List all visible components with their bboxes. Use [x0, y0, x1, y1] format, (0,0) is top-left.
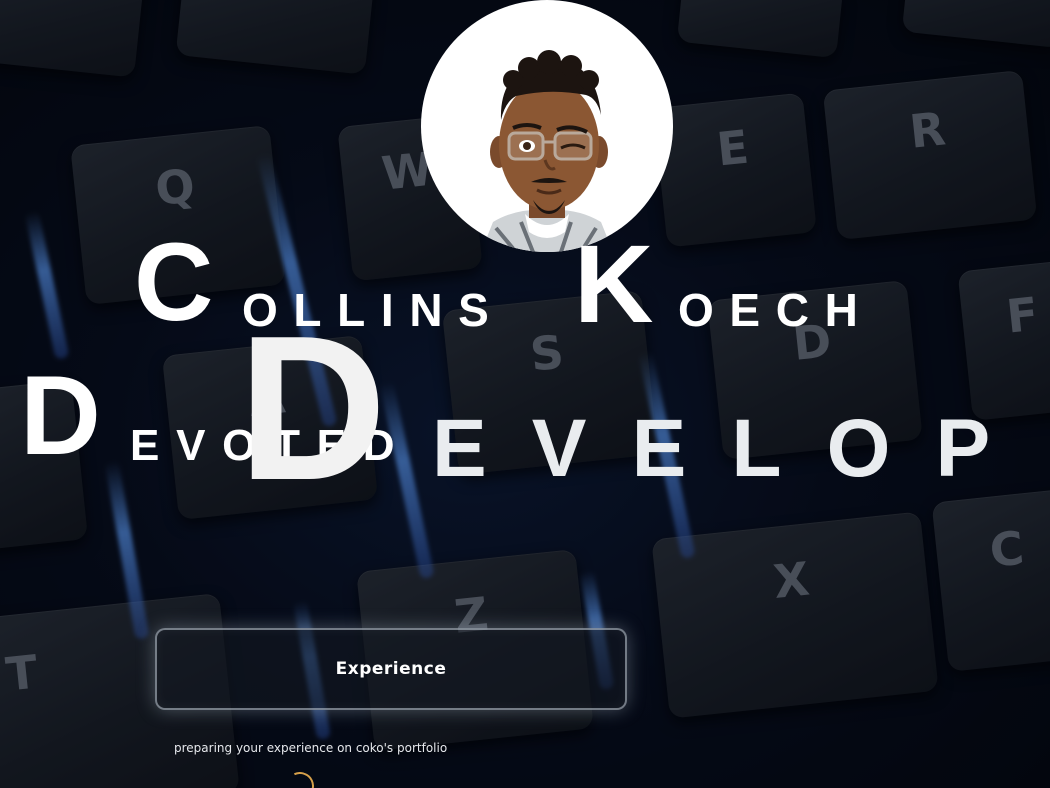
loading-status-text: preparing your experience on coko's port…	[174, 741, 448, 755]
first-name-initial: C	[134, 221, 214, 344]
landing-screen: Q W E R A S D F Z X C T C OLLINS K OECH …	[0, 0, 1050, 788]
tagline-word1-initial: D	[20, 353, 101, 478]
tagline-word2-rest: EVELOP	[432, 403, 1036, 494]
last-name-initial: K	[574, 223, 654, 346]
memoji-avatar-icon	[481, 50, 613, 252]
experience-button[interactable]: Experience	[155, 628, 627, 710]
last-name-rest: OECH	[678, 284, 874, 336]
profile-avatar	[421, 0, 673, 252]
tagline-word2-initial: D	[238, 293, 387, 523]
